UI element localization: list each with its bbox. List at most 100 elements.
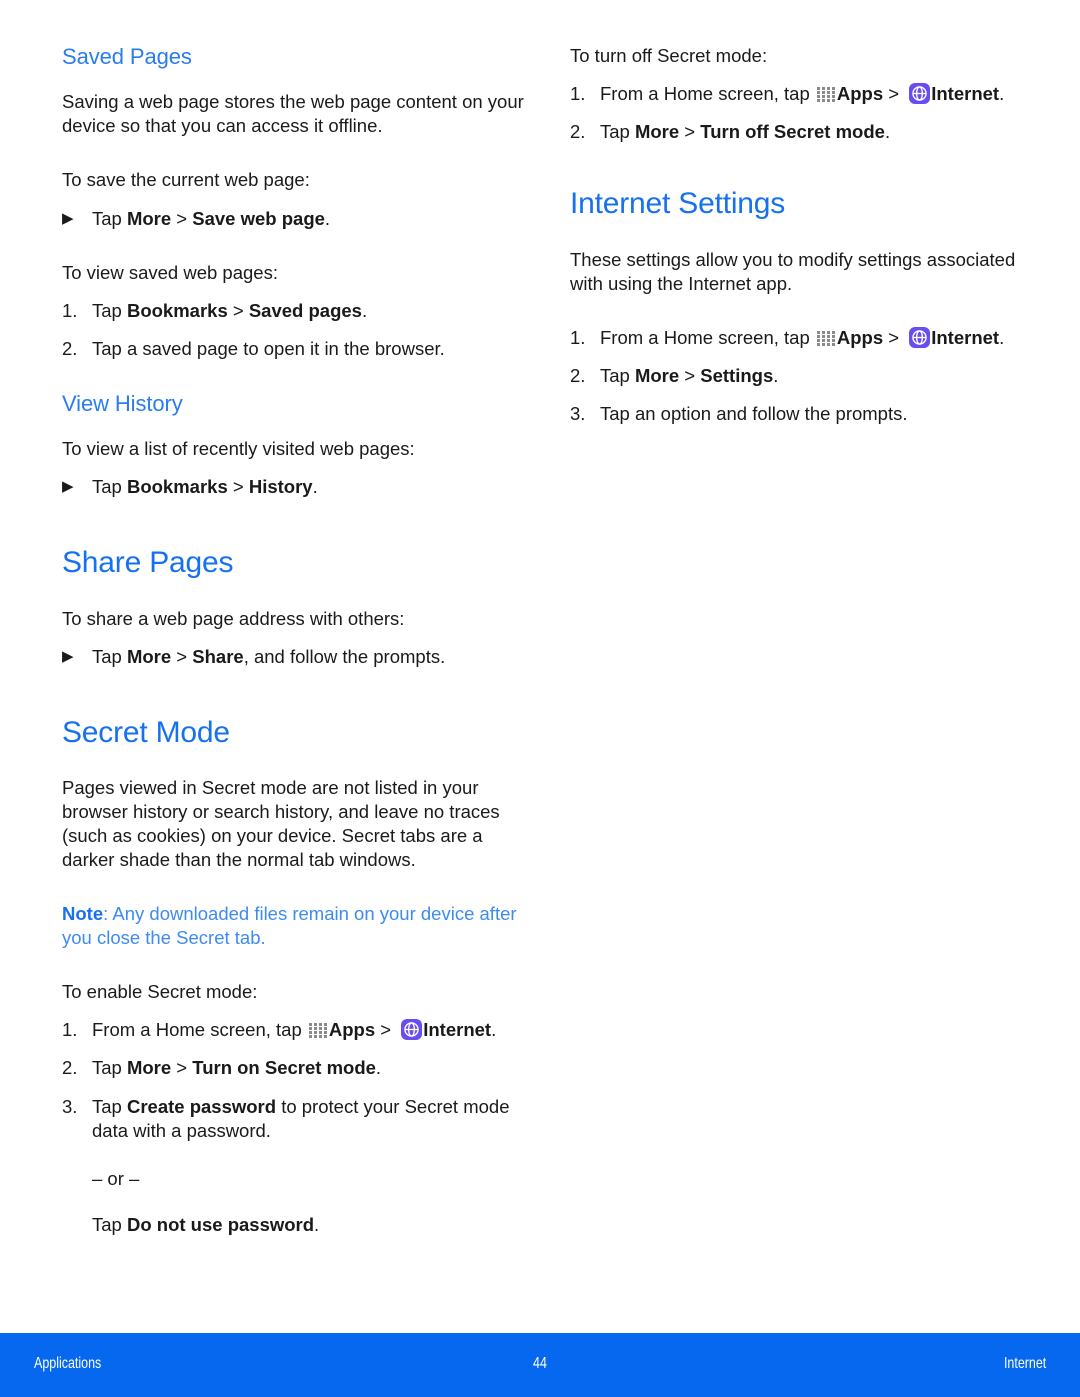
menu-separator: > bbox=[679, 121, 701, 143]
apps-label: Apps bbox=[836, 326, 884, 348]
menu-turn-off-secret-mode: Turn off Secret mode bbox=[700, 121, 885, 143]
saved-pages-intro: Saving a web page stores the web page co… bbox=[62, 91, 524, 137]
menu-saved-pages: Saved pages bbox=[248, 299, 362, 321]
step-open-saved-page: 2. Tap a saved page to open it in the br… bbox=[62, 337, 532, 361]
menu-more: More bbox=[126, 645, 172, 667]
step-prefix: Tap bbox=[600, 364, 635, 386]
menu-share: Share bbox=[192, 645, 244, 667]
step-number: 1. bbox=[62, 1019, 78, 1041]
menu-separator: > bbox=[679, 364, 701, 386]
secret-mode-lead-enable: To enable Secret mode: bbox=[62, 981, 258, 1003]
step-text: Tap Bookmarks > Saved pages. bbox=[92, 299, 532, 323]
step-text: Tap More > Save web page. bbox=[92, 207, 532, 231]
step-suffix: . bbox=[375, 1057, 382, 1079]
heading-internet-settings: Internet Settings bbox=[570, 187, 786, 221]
step-text: Tap More > Settings. bbox=[600, 364, 1040, 388]
internet-label: Internet bbox=[931, 326, 1000, 348]
step-suffix: . bbox=[324, 207, 331, 229]
step-turn-on-secret-mode: 2. Tap More > Turn on Secret mode. bbox=[62, 1056, 532, 1080]
step-suffix: . bbox=[314, 1213, 320, 1235]
step-share-page: ▶ Tap More > Share, and follow the promp… bbox=[62, 645, 532, 669]
page-footer: Applications 44 Internet bbox=[0, 1333, 1080, 1397]
step-save-web-page: ▶ Tap More > Save web page. bbox=[62, 207, 532, 231]
step-text: Tap a saved page to open it in the brows… bbox=[92, 337, 445, 359]
step-prefix: Tap bbox=[92, 299, 127, 321]
saved-pages-lead-view: To view saved web pages: bbox=[62, 261, 278, 283]
menu-history: History bbox=[248, 476, 313, 498]
menu-separator: > bbox=[227, 476, 249, 498]
internet-settings-intro: These settings allow you to modify setti… bbox=[570, 248, 1016, 294]
heading-share-pages: Share Pages bbox=[62, 546, 234, 580]
arrow-bullet-icon: ▶ bbox=[62, 209, 74, 227]
step-text: Tap More > Turn off Secret mode. bbox=[600, 120, 1040, 144]
step-prefix: From a Home screen, tap bbox=[92, 1019, 307, 1041]
or-divider-row: – or – bbox=[62, 1167, 532, 1191]
step-more-settings: 2. Tap More > Settings. bbox=[570, 364, 1040, 388]
menu-separator: > bbox=[375, 1019, 397, 1041]
step-text: Tap an option and follow the prompts. bbox=[600, 402, 908, 424]
secret-mode-intro: Pages viewed in Secret mode are not list… bbox=[62, 777, 500, 871]
apps-grid-icon bbox=[816, 86, 836, 103]
menu-more: More bbox=[634, 364, 680, 386]
step-number: 1. bbox=[62, 299, 78, 321]
share-pages-lead: To share a web page address with others: bbox=[62, 607, 405, 629]
step-choose-option: 3. Tap an option and follow the prompts. bbox=[570, 402, 1040, 426]
apps-grid-icon bbox=[308, 1022, 328, 1039]
step-prefix: Tap bbox=[92, 1095, 127, 1117]
turn-off-secret-lead: To turn off Secret mode: bbox=[570, 45, 768, 66]
step-bookmarks-history: ▶ Tap Bookmarks > History. bbox=[62, 475, 532, 499]
manual-page: Saved Pages Saving a web page stores the… bbox=[0, 0, 1080, 1397]
step-open-internet-app: 1. From a Home screen, tap Apps > Intern… bbox=[62, 1018, 532, 1042]
menu-create-password: Create password bbox=[126, 1095, 277, 1117]
step-number: 2. bbox=[62, 337, 78, 359]
step-text: Tap Create password to protect your Secr… bbox=[92, 1095, 532, 1143]
menu-turn-on-secret-mode: Turn on Secret mode bbox=[192, 1057, 376, 1079]
step-text: Tap More > Share, and follow the prompts… bbox=[92, 645, 532, 669]
note-body: : Any downloaded files remain on your de… bbox=[62, 903, 517, 949]
step-prefix: Tap bbox=[92, 1213, 127, 1235]
step-prefix: From a Home screen, tap bbox=[600, 326, 815, 348]
or-text: – or – bbox=[92, 1167, 140, 1189]
footer-page-number: 44 bbox=[533, 1355, 547, 1372]
step-prefix: From a Home screen, tap bbox=[600, 83, 815, 105]
step-bookmarks-saved-pages: 1. Tap Bookmarks > Saved pages. bbox=[62, 299, 532, 323]
internet-label: Internet bbox=[423, 1019, 492, 1041]
view-history-lead: To view a list of recently visited web p… bbox=[62, 438, 415, 460]
step-do-not-use-password: Tap Do not use password. bbox=[62, 1213, 532, 1237]
internet-globe-icon bbox=[401, 1019, 423, 1041]
note-label: Note bbox=[62, 903, 104, 925]
menu-separator: > bbox=[883, 83, 905, 105]
step-number: 2. bbox=[570, 121, 586, 143]
step-turn-off-secret-mode: 2. Tap More > Turn off Secret mode. bbox=[570, 120, 1040, 144]
menu-settings: Settings bbox=[700, 364, 774, 386]
apps-grid-icon bbox=[816, 329, 836, 346]
saved-pages-lead-save: To save the current web page: bbox=[62, 169, 310, 191]
menu-separator: > bbox=[171, 645, 193, 667]
step-prefix: Tap bbox=[92, 1057, 127, 1079]
arrow-bullet-icon: ▶ bbox=[62, 478, 74, 496]
step-prefix: Tap bbox=[92, 476, 127, 498]
menu-separator: > bbox=[227, 299, 249, 321]
step-text: From a Home screen, tap Apps > Internet. bbox=[600, 326, 1040, 350]
step-text: Tap Do not use password. bbox=[92, 1213, 532, 1237]
menu-separator: > bbox=[171, 1057, 193, 1079]
step-prefix: Tap bbox=[92, 645, 127, 667]
apps-label: Apps bbox=[328, 1019, 376, 1041]
left-column: Saved Pages Saving a web page stores the… bbox=[62, 44, 532, 1237]
step-suffix: . bbox=[361, 299, 368, 321]
step-suffix: . bbox=[999, 326, 1005, 348]
menu-do-not-use-password: Do not use password bbox=[126, 1213, 315, 1235]
menu-bookmarks: Bookmarks bbox=[126, 476, 228, 498]
step-number: 3. bbox=[62, 1095, 78, 1117]
right-column: To turn off Secret mode: 1. From a Home … bbox=[570, 44, 1040, 426]
step-number-spacer bbox=[62, 1167, 92, 1191]
menu-separator: > bbox=[171, 207, 193, 229]
step-number: 1. bbox=[570, 326, 586, 348]
menu-more: More bbox=[634, 121, 680, 143]
step-text: From a Home screen, tap Apps > Internet. bbox=[600, 82, 1040, 106]
heading-view-history: View History bbox=[62, 390, 183, 416]
step-text: Tap Bookmarks > History. bbox=[92, 475, 532, 499]
step-prefix: Tap bbox=[600, 121, 635, 143]
footer-section-label: Internet bbox=[1003, 1355, 1046, 1372]
step-create-password: 3. Tap Create password to protect your S… bbox=[62, 1095, 532, 1143]
